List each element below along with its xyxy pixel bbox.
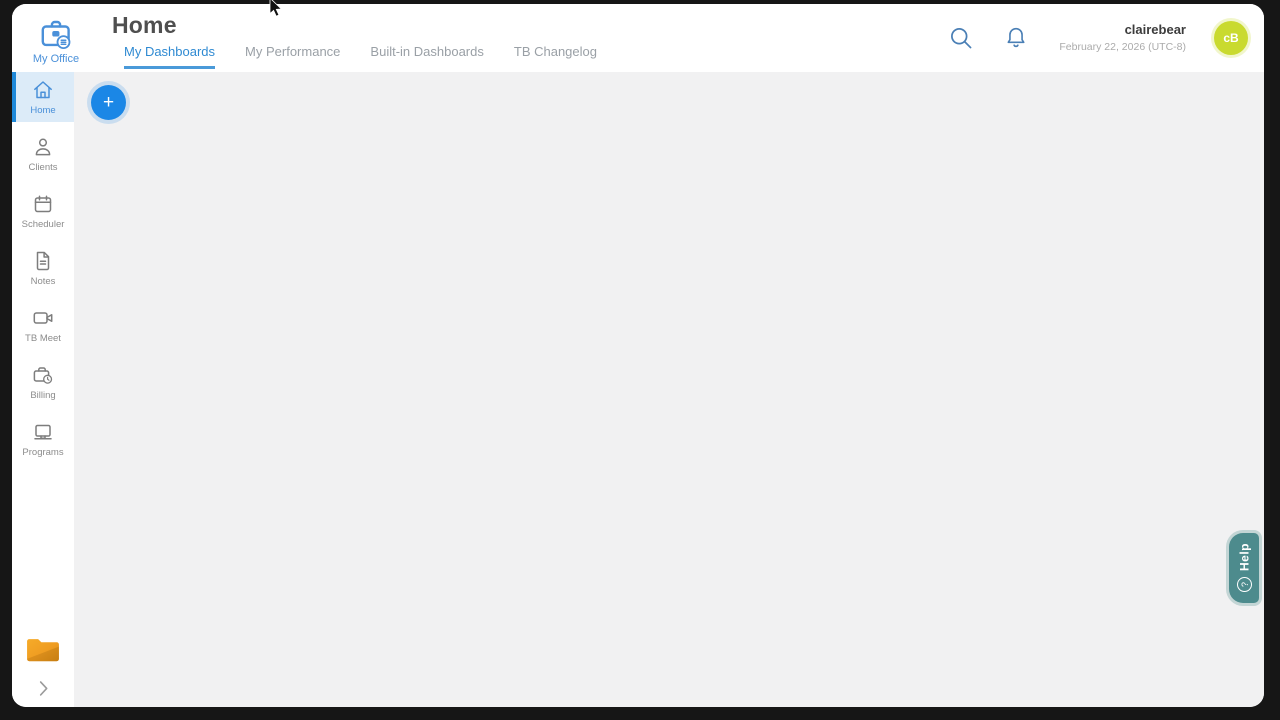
help-button[interactable]: ? Help xyxy=(1229,533,1259,603)
sidebar: Home Clients Scheduler Notes TB Meet Bil… xyxy=(12,72,74,707)
app-logo[interactable]: My Office xyxy=(12,4,100,72)
help-label: Help xyxy=(1237,543,1251,572)
main-content: + xyxy=(74,72,1264,707)
plus-icon: + xyxy=(102,92,115,113)
user-block: clairebear February 22, 2026 (UTC-8) xyxy=(1059,22,1186,55)
sidebar-item-home[interactable]: Home xyxy=(12,72,74,122)
folder-icon[interactable] xyxy=(24,634,62,664)
laptop-icon xyxy=(31,420,55,444)
tab-my-performance[interactable]: My Performance xyxy=(245,44,340,69)
sidebar-item-label: Clients xyxy=(28,162,58,173)
sidebar-item-label: Notes xyxy=(30,276,56,287)
app-window: My Office Home My Dashboards My Performa… xyxy=(12,4,1264,707)
home-icon xyxy=(31,78,55,102)
body-row: Home Clients Scheduler Notes TB Meet Bil… xyxy=(12,72,1264,707)
sidebar-item-tb-meet[interactable]: TB Meet xyxy=(12,300,74,350)
search-icon[interactable] xyxy=(947,24,975,52)
avatar[interactable]: cB xyxy=(1214,21,1248,55)
sidebar-item-notes[interactable]: Notes xyxy=(12,243,74,293)
calendar-icon xyxy=(31,192,55,216)
bell-icon[interactable] xyxy=(1003,24,1031,52)
tab-bar: My Dashboards My Performance Built-in Da… xyxy=(124,44,947,69)
user-datetime: February 22, 2026 (UTC-8) xyxy=(1059,40,1186,53)
sidebar-item-label: Home xyxy=(30,105,56,116)
tab-tb-changelog[interactable]: TB Changelog xyxy=(514,44,597,69)
header-right: clairebear February 22, 2026 (UTC-8) cB xyxy=(947,4,1264,72)
briefcase-clock-icon xyxy=(31,363,55,387)
video-camera-icon xyxy=(31,306,55,330)
tab-built-in-dashboards[interactable]: Built-in Dashboards xyxy=(370,44,483,69)
sidebar-item-programs[interactable]: Programs xyxy=(12,414,74,464)
add-dashboard-button[interactable]: + xyxy=(91,85,126,120)
question-circle-icon: ? xyxy=(1236,577,1252,593)
help-inner: ? Help xyxy=(1236,543,1252,593)
page-title: Home xyxy=(112,12,177,38)
sidebar-item-label: TB Meet xyxy=(25,333,61,344)
header: My Office Home My Dashboards My Performa… xyxy=(12,4,1264,72)
briefcase-icon xyxy=(38,16,74,52)
user-name: clairebear xyxy=(1124,21,1186,37)
tab-my-dashboards[interactable]: My Dashboards xyxy=(124,44,216,69)
header-main: Home My Dashboards My Performance Built-… xyxy=(100,4,947,72)
sidebar-item-label: Programs xyxy=(22,447,64,458)
clients-icon xyxy=(31,135,55,159)
chevron-right-icon[interactable] xyxy=(32,677,54,699)
sidebar-item-scheduler[interactable]: Scheduler xyxy=(12,186,74,236)
sidebar-item-label: Billing xyxy=(30,390,56,401)
sidebar-item-billing[interactable]: Billing xyxy=(12,357,74,407)
sidebar-item-clients[interactable]: Clients xyxy=(12,129,74,179)
logo-label: My Office xyxy=(32,52,80,65)
sidebar-item-label: Scheduler xyxy=(21,219,65,230)
document-icon xyxy=(31,249,55,273)
